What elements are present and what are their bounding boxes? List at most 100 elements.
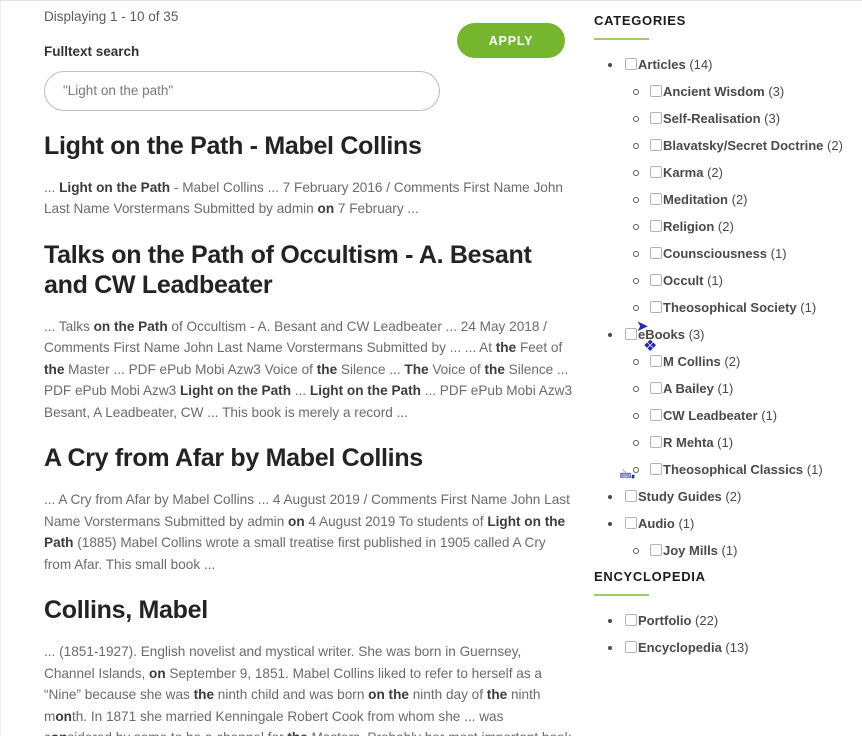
facet-checkbox[interactable] — [650, 112, 662, 124]
facet-count: (2) — [720, 354, 741, 369]
facet-label[interactable]: Counsciousness — [663, 246, 767, 261]
facet-checkbox[interactable] — [625, 490, 637, 502]
facet-checkbox[interactable] — [650, 409, 662, 421]
facet-count: (3) — [760, 111, 781, 126]
facet-checkbox[interactable] — [650, 274, 662, 286]
facet-label[interactable]: A Bailey — [663, 381, 714, 396]
facet-list-item[interactable]: Theosophical Society (1) — [625, 299, 862, 317]
facet-checkbox[interactable] — [650, 166, 662, 178]
search-result-title[interactable]: Talks on the Path of Occultism - A. Besa… — [44, 240, 574, 300]
facet-list-item[interactable]: Joy Mills (1) — [625, 542, 862, 560]
facet-list-item[interactable]: Study Guides (2) — [594, 488, 862, 506]
facet-row[interactable]: Audio (1) — [625, 515, 694, 532]
facet-checkbox[interactable] — [625, 328, 637, 340]
facet-checkbox[interactable] — [650, 355, 662, 367]
search-result-title[interactable]: Light on the Path - Mabel Collins — [44, 131, 574, 161]
facet-checkbox[interactable] — [625, 614, 637, 626]
facet-checkbox[interactable] — [650, 382, 662, 394]
facet-label[interactable]: Religion — [663, 219, 714, 234]
facet-label[interactable]: Karma — [663, 165, 703, 180]
facet-row[interactable]: Self-Realisation (3) — [650, 110, 780, 127]
facet-checkbox[interactable] — [625, 641, 637, 653]
facet-label[interactable]: Study Guides — [638, 489, 722, 504]
facet-checkbox[interactable] — [650, 544, 662, 556]
facet-list-item[interactable]: Occult (1) — [625, 272, 862, 290]
apply-button[interactable]: APPLY — [457, 23, 565, 58]
facet-list-item[interactable]: Articles (14) Ancient Wisdom (3) Self-Real… — [594, 56, 862, 317]
search-result-title[interactable]: Collins, Mabel — [44, 595, 574, 625]
facet-list-item[interactable]: Audio (1) Joy Mills (1) — [594, 515, 862, 560]
facet-count: (1) — [713, 381, 734, 396]
snippet-highlight: Light on the Path — [59, 179, 171, 195]
snippet-highlight: on — [55, 708, 72, 724]
facet-list-item[interactable]: Encyclopedia (13) — [594, 639, 862, 657]
facet-label[interactable]: Theosophical Classics — [663, 462, 803, 477]
facet-checkbox[interactable] — [625, 58, 637, 70]
facet-row[interactable]: A Bailey (1) — [650, 380, 733, 397]
facet-label[interactable]: Meditation — [663, 192, 728, 207]
facet-checkbox[interactable] — [650, 247, 662, 259]
facet-list-item[interactable]: Meditation (2) — [625, 191, 862, 209]
facet-label[interactable]: R Mehta — [663, 435, 714, 450]
facet-row[interactable]: R Mehta (1) — [650, 434, 733, 451]
facet-checkbox[interactable] — [650, 220, 662, 232]
facet-row[interactable]: Blavatsky/Secret Doctrine (2) — [650, 137, 843, 154]
facet-row[interactable]: Karma (2) — [650, 164, 723, 181]
facet-row[interactable]: Religion (2) — [650, 218, 734, 235]
facet-row[interactable]: Theosophical Classics (1) — [650, 461, 823, 478]
facet-row[interactable]: eBooks (3) — [625, 326, 704, 343]
facet-row[interactable]: Meditation (2) — [650, 191, 748, 208]
facet-row[interactable]: Encyclopedia (13) — [625, 639, 749, 656]
facet-label[interactable]: Blavatsky/Secret Doctrine — [663, 138, 823, 153]
snippet-highlight: on the Path — [93, 318, 168, 334]
facet-list-item[interactable]: Counsciousness (1) — [625, 245, 862, 263]
facet-list-item[interactable]: Theosophical Classics (1) — [625, 461, 862, 479]
fulltext-search-input[interactable] — [44, 70, 440, 111]
facet-list-item[interactable]: Religion (2) — [625, 218, 862, 236]
facet-label[interactable]: M Collins — [663, 354, 721, 369]
facet-list-item[interactable]: Self-Realisation (3) — [625, 110, 862, 128]
facet-row[interactable]: Articles (14) — [625, 56, 712, 73]
facet-list-item[interactable]: A Bailey (1) — [625, 380, 862, 398]
facet-row[interactable]: Joy Mills (1) — [650, 542, 737, 559]
facet-list-item[interactable]: Ancient Wisdom (3) — [625, 83, 862, 101]
facet-checkbox[interactable] — [650, 463, 662, 475]
facet-count: (1) — [803, 462, 823, 477]
facet-row[interactable]: Theosophical Society (1) — [650, 299, 816, 316]
facet-label[interactable]: CW Leadbeater — [663, 408, 758, 423]
facet-list-item[interactable]: Blavatsky/Secret Doctrine (2) — [625, 137, 862, 155]
facet-label[interactable]: Encyclopedia — [638, 640, 722, 655]
facet-row[interactable]: Portfolio (22) — [625, 612, 718, 629]
facet-row[interactable]: Study Guides (2) — [625, 488, 741, 505]
page-left-edge — [0, 1, 1, 736]
facet-count: (2) — [703, 165, 723, 180]
facet-label[interactable]: Joy Mills — [663, 543, 718, 558]
facet-label[interactable]: eBooks — [638, 327, 685, 342]
facet-checkbox[interactable] — [650, 85, 662, 97]
facet-list-item[interactable]: CW Leadbeater (1) — [625, 407, 862, 425]
facet-row[interactable]: Occult (1) — [650, 272, 723, 289]
facet-label[interactable]: Occult — [663, 273, 703, 288]
facet-label[interactable]: Self-Realisation — [663, 111, 761, 126]
facet-row[interactable]: Ancient Wisdom (3) — [650, 83, 784, 100]
facet-checkbox[interactable] — [625, 517, 637, 529]
facet-list-item[interactable]: Karma (2) — [625, 164, 862, 182]
facet-list-item[interactable]: M Collins (2) — [625, 353, 862, 371]
facet-checkbox[interactable] — [650, 139, 662, 151]
facet-label[interactable]: Articles — [638, 57, 686, 72]
facet-row[interactable]: Counsciousness (1) — [650, 245, 787, 262]
facet-row[interactable]: CW Leadbeater (1) — [650, 407, 777, 424]
facet-checkbox[interactable] — [650, 436, 662, 448]
facet-checkbox[interactable] — [650, 193, 662, 205]
facet-list-item[interactable]: R Mehta (1) — [625, 434, 862, 452]
search-result-title[interactable]: A Cry from Afar by Mabel Collins — [44, 443, 574, 473]
facet-label[interactable]: Ancient Wisdom — [663, 84, 765, 99]
facet-list-item[interactable]: Portfolio (22) — [594, 612, 862, 630]
facet-row[interactable]: M Collins (2) — [650, 353, 740, 370]
facet-label[interactable]: Theosophical Society — [663, 300, 797, 315]
facet-checkbox[interactable] — [650, 301, 662, 313]
facet-label[interactable]: Audio — [638, 516, 675, 531]
facet-list-item[interactable]: eBooks (3) M Collins (2) A Bailey (1) CW Le… — [594, 326, 862, 479]
facet-label[interactable]: Portfolio — [638, 613, 691, 628]
sidebar-heading: ENCYCLOPEDIA — [594, 569, 706, 584]
